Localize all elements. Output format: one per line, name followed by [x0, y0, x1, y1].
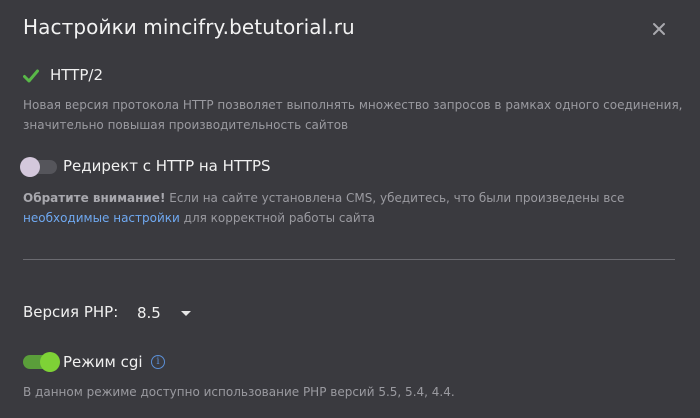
https-redirect-note: Обратите внимание! Если на сайте установ… — [23, 188, 683, 228]
http2-description: Новая версия протокола HTTP позволяет вы… — [23, 98, 683, 132]
info-icon[interactable]: i — [151, 355, 165, 369]
toggle-knob — [40, 352, 60, 372]
toggle-knob — [20, 157, 40, 177]
cgi-mode-label: Режим cgi — [63, 353, 143, 371]
divider — [23, 259, 675, 260]
checkmark-icon — [23, 68, 39, 83]
php-version-select[interactable]: 8.5 — [137, 303, 191, 323]
note-text: Если на сайте установлена CMS, убедитесь… — [165, 191, 625, 205]
note-tail: для корректной работы сайта — [179, 211, 375, 225]
php-version-value: 8.5 — [137, 304, 161, 322]
note-warning: Обратите внимание! — [23, 191, 166, 205]
http2-label: HTTP/2 — [50, 66, 103, 84]
chevron-down-icon — [180, 310, 191, 316]
settings-dialog: Настройки mincifry.betutorial.ru HTTP/2 … — [0, 0, 700, 418]
https-redirect-toggle[interactable] — [20, 157, 57, 177]
cgi-description: В данном режиме доступно использование P… — [23, 385, 455, 399]
settings-link[interactable]: необходимые настройки — [23, 211, 180, 225]
php-version-label: Версия PHP: — [23, 303, 119, 321]
cgi-mode-toggle[interactable] — [23, 352, 60, 372]
https-redirect-label: Редирект с HTTP на HTTPS — [63, 157, 271, 175]
close-icon[interactable] — [650, 20, 668, 38]
dialog-title: Настройки mincifry.betutorial.ru — [23, 15, 355, 39]
